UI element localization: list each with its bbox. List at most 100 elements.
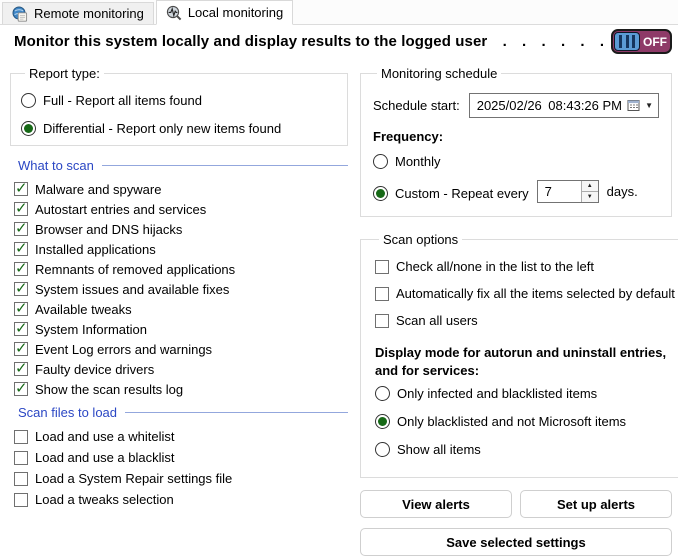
checkbox-indicator bbox=[14, 492, 28, 507]
repeat-days-spinner[interactable]: 7 ▲ ▼ bbox=[536, 179, 599, 203]
checkbox-label: Load and use a whitelist bbox=[35, 429, 175, 444]
radio-only-infected-blacklisted[interactable]: Only infected and blacklisted items bbox=[375, 379, 675, 407]
radio-label: Monthly bbox=[395, 153, 441, 169]
checkbox-label: Available tweaks bbox=[35, 301, 132, 317]
toggle-handle[interactable] bbox=[614, 32, 640, 51]
tab-label: Local monitoring bbox=[187, 5, 284, 20]
dropdown-arrow-icon[interactable]: ▼ bbox=[645, 101, 653, 110]
radio-show-all-items[interactable]: Show all items bbox=[375, 435, 675, 463]
checkbox-scan-all-users[interactable]: Scan all users bbox=[375, 307, 675, 334]
schedule-start-row: Schedule start: 2025/02/26 08:43:26 PM ▼ bbox=[373, 93, 659, 118]
radio-only-blacklisted-not-microsoft[interactable]: Only blacklisted and not Microsoft items bbox=[375, 407, 675, 435]
checkbox-label: Faulty device drivers bbox=[35, 361, 155, 377]
checkbox-autostart-entries[interactable]: Autostart entries and services bbox=[10, 199, 348, 219]
page-title: Monitor this system locally and display … bbox=[14, 33, 605, 50]
section-heading-label: What to scan bbox=[18, 158, 94, 173]
radio-monthly[interactable]: Monthly bbox=[373, 148, 659, 174]
checkbox-label: Remnants of removed applications bbox=[35, 261, 236, 277]
section-heading-label: Scan files to load bbox=[18, 405, 118, 420]
checkbox-malware-and-spyware[interactable]: Malware and spyware bbox=[10, 179, 348, 199]
checkbox-indicator bbox=[14, 199, 28, 217]
checkbox-indicator bbox=[14, 339, 28, 357]
checkbox-load-whitelist[interactable]: Load and use a whitelist bbox=[10, 426, 348, 447]
checkbox-indicator bbox=[14, 471, 28, 486]
right-column: Monitoring schedule Schedule start: 2025… bbox=[360, 66, 678, 556]
checkbox-label: Load and use a blacklist bbox=[35, 450, 175, 465]
checkbox-indicator bbox=[375, 313, 389, 328]
radio-indicator bbox=[373, 153, 388, 169]
checkbox-load-tweaks-selection[interactable]: Load a tweaks selection bbox=[10, 489, 348, 510]
radio-indicator bbox=[21, 92, 36, 108]
checkbox-indicator bbox=[14, 279, 28, 297]
checkbox-label: System issues and available fixes bbox=[35, 281, 230, 297]
repeat-days-value: 7 bbox=[544, 183, 552, 199]
checkbox-auto-fix-default[interactable]: Automatically fix all the items selected… bbox=[375, 280, 675, 307]
checkbox-label: Autostart entries and services bbox=[35, 201, 207, 217]
globe-page-icon bbox=[12, 6, 28, 22]
checkbox-label: Installed applications bbox=[35, 241, 156, 257]
checkbox-faulty-device-drivers[interactable]: Faulty device drivers bbox=[10, 359, 348, 379]
alerts-button-row: View alerts Set up alerts bbox=[360, 490, 672, 519]
checkbox-indicator bbox=[14, 299, 28, 317]
checkbox-label: Scan all users bbox=[396, 313, 478, 328]
radio-custom-repeat[interactable]: Custom - Repeat every bbox=[373, 180, 529, 206]
radio-label: Full - Report all items found bbox=[43, 92, 202, 108]
radio-indicator bbox=[373, 185, 388, 201]
radio-label: Differential - Report only new items fou… bbox=[43, 120, 282, 136]
checkbox-indicator bbox=[14, 429, 28, 444]
checkbox-indicator bbox=[14, 359, 28, 377]
checkbox-label: Load a System Repair settings file bbox=[35, 471, 233, 486]
checkbox-available-tweaks[interactable]: Available tweaks bbox=[10, 299, 348, 319]
spinner-up-icon[interactable]: ▲ bbox=[581, 180, 598, 192]
what-to-scan-list: Malware and spyware Autostart entries an… bbox=[10, 179, 348, 399]
radio-indicator bbox=[21, 120, 36, 136]
checkbox-load-system-repair-settings[interactable]: Load a System Repair settings file bbox=[10, 468, 348, 489]
scan-options-group: Scan options Check all/none in the list … bbox=[360, 232, 678, 479]
checkbox-indicator bbox=[14, 219, 28, 237]
display-mode-options: Only infected and blacklisted items Only… bbox=[375, 379, 675, 463]
checkbox-check-all-none[interactable]: Check all/none in the list to the left bbox=[375, 253, 675, 280]
schedule-start-picker[interactable]: 2025/02/26 08:43:26 PM ▼ bbox=[468, 93, 659, 118]
checkbox-indicator bbox=[14, 259, 28, 277]
checkbox-label: Show the scan results log bbox=[35, 381, 184, 397]
display-mode-label: Display mode for autorun and uninstall e… bbox=[375, 345, 667, 378]
checkbox-label: Malware and spyware bbox=[35, 181, 162, 197]
checkbox-show-scan-results-log[interactable]: Show the scan results log bbox=[10, 379, 348, 399]
checkbox-load-blacklist[interactable]: Load and use a blacklist bbox=[10, 447, 348, 468]
tab-local-monitoring[interactable]: Local monitoring bbox=[155, 0, 294, 25]
checkbox-event-log-errors[interactable]: Event Log errors and warnings bbox=[10, 339, 348, 359]
title-row: Monitor this system locally and display … bbox=[14, 29, 672, 54]
set-up-alerts-button[interactable]: Set up alerts bbox=[520, 490, 672, 519]
checkbox-label: Event Log errors and warnings bbox=[35, 341, 213, 357]
checkbox-system-information[interactable]: System Information bbox=[10, 319, 348, 339]
spinner-down-icon[interactable]: ▼ bbox=[581, 191, 598, 202]
scan-options-legend: Scan options bbox=[383, 232, 459, 247]
checkbox-indicator bbox=[14, 379, 28, 397]
radio-indicator bbox=[375, 413, 390, 429]
checkbox-label: System Information bbox=[35, 321, 147, 337]
checkbox-remnants-removed-apps[interactable]: Remnants of removed applications bbox=[10, 259, 348, 279]
checkbox-installed-applications[interactable]: Installed applications bbox=[10, 239, 348, 259]
save-settings-button[interactable]: Save selected settings bbox=[360, 528, 672, 556]
monitoring-on-off-toggle[interactable]: OFF bbox=[611, 29, 672, 54]
monitoring-schedule-legend: Monitoring schedule bbox=[381, 66, 498, 81]
scan-files-list: Load and use a whitelist Load and use a … bbox=[10, 426, 348, 510]
tab-remote-monitoring[interactable]: Remote monitoring bbox=[2, 2, 154, 24]
radio-indicator bbox=[375, 385, 390, 401]
calendar-icon bbox=[627, 100, 640, 111]
what-to-scan-heading: What to scan bbox=[18, 158, 348, 173]
checkbox-label: Automatically fix all the items selected… bbox=[396, 286, 675, 301]
checkbox-indicator bbox=[14, 450, 28, 465]
radio-differential-report[interactable]: Differential - Report only new items fou… bbox=[21, 115, 337, 141]
toggle-state-label: OFF bbox=[643, 34, 667, 49]
radio-indicator bbox=[375, 441, 390, 457]
checkbox-browser-dns-hijacks[interactable]: Browser and DNS hijacks bbox=[10, 219, 348, 239]
checkbox-indicator bbox=[14, 319, 28, 337]
checkbox-system-issues-fixes[interactable]: System issues and available fixes bbox=[10, 279, 348, 299]
report-type-legend: Report type: bbox=[29, 66, 100, 81]
checkbox-indicator bbox=[375, 286, 389, 301]
radio-full-report[interactable]: Full - Report all items found bbox=[21, 87, 337, 113]
checkbox-label: Load a tweaks selection bbox=[35, 492, 174, 507]
radio-label: Show all items bbox=[397, 441, 481, 457]
view-alerts-button[interactable]: View alerts bbox=[360, 490, 512, 519]
